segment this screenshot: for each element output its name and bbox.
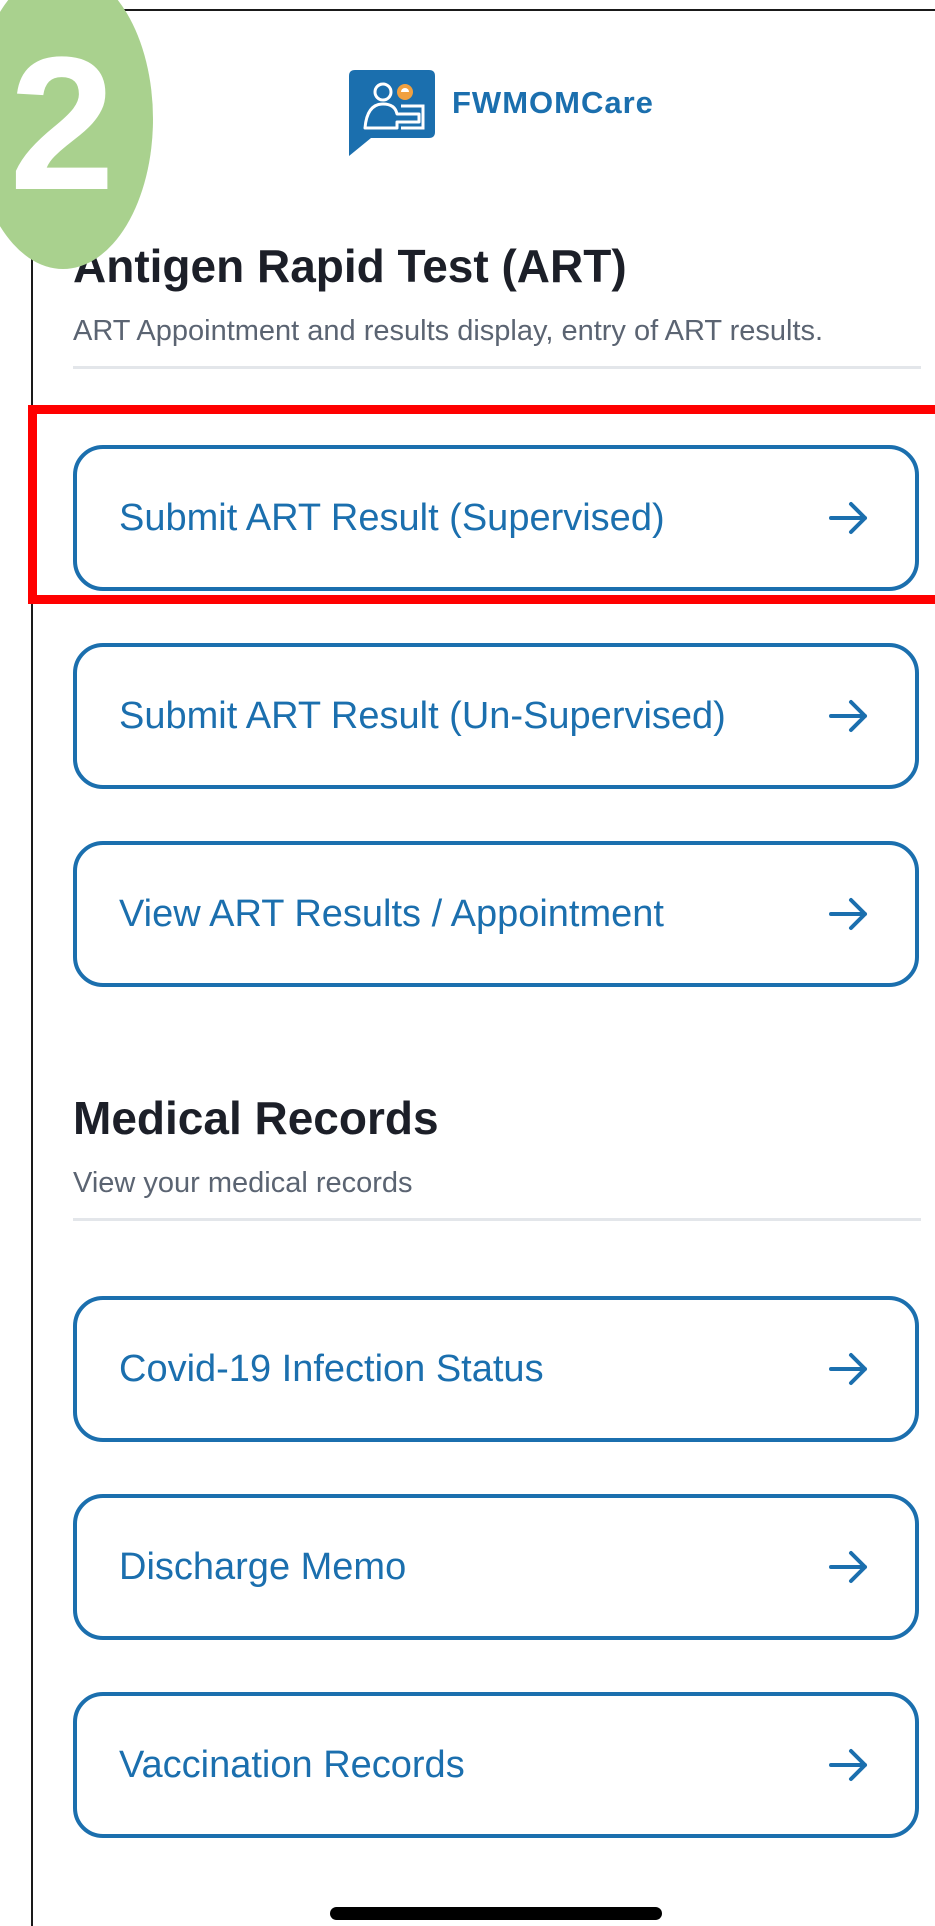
arrow-right-icon <box>829 700 867 732</box>
vaccination-records-button[interactable]: Vaccination Records <box>73 1692 919 1838</box>
submit-art-unsupervised-button[interactable]: Submit ART Result (Un-Supervised) <box>73 643 919 789</box>
app-header-brand: FWMOMCare <box>349 70 654 156</box>
nav-card-label: Vaccination Records <box>119 1743 465 1786</box>
section-subtitle-medical-records: View your medical records <box>73 1166 413 1199</box>
section-title-art: Antigen Rapid Test (ART) <box>73 240 627 292</box>
submit-art-supervised-button[interactable]: Submit ART Result (Supervised) <box>73 445 919 591</box>
arrow-right-icon <box>829 1551 867 1583</box>
brand-name: FWMOMCare <box>452 85 654 120</box>
section-art: Antigen Rapid Test (ART) ART Appointment… <box>73 240 921 370</box>
step-number: 2 <box>9 18 115 230</box>
chat-bubble-people-icon <box>349 70 435 156</box>
section-divider <box>73 366 921 370</box>
step-number-badge: 2 <box>0 0 153 269</box>
nav-card-label: Discharge Memo <box>119 1545 407 1588</box>
section-subtitle-art: ART Appointment and results display, ent… <box>73 314 824 347</box>
arrow-right-icon <box>829 898 867 930</box>
nav-card-label: Submit ART Result (Un-Supervised) <box>119 694 726 737</box>
view-art-results-button[interactable]: View ART Results / Appointment <box>73 841 919 987</box>
nav-card-label: View ART Results / Appointment <box>119 892 664 935</box>
arrow-right-icon <box>829 1353 867 1385</box>
section-medical-records: Medical Records View your medical record… <box>73 1092 921 1222</box>
app-screen: 2 FWMOMCare Antigen Rapid Test (ART) ART… <box>0 0 935 1926</box>
home-indicator[interactable] <box>330 1907 662 1920</box>
section-title-medical-records: Medical Records <box>73 1092 439 1144</box>
arrow-right-icon <box>829 1749 867 1781</box>
nav-card-label: Submit ART Result (Supervised) <box>119 496 665 539</box>
nav-card-label: Covid-19 Infection Status <box>119 1347 544 1390</box>
section-divider <box>73 1218 921 1222</box>
arrow-right-icon <box>829 502 867 534</box>
covid-infection-status-button[interactable]: Covid-19 Infection Status <box>73 1296 919 1442</box>
discharge-memo-button[interactable]: Discharge Memo <box>73 1494 919 1640</box>
